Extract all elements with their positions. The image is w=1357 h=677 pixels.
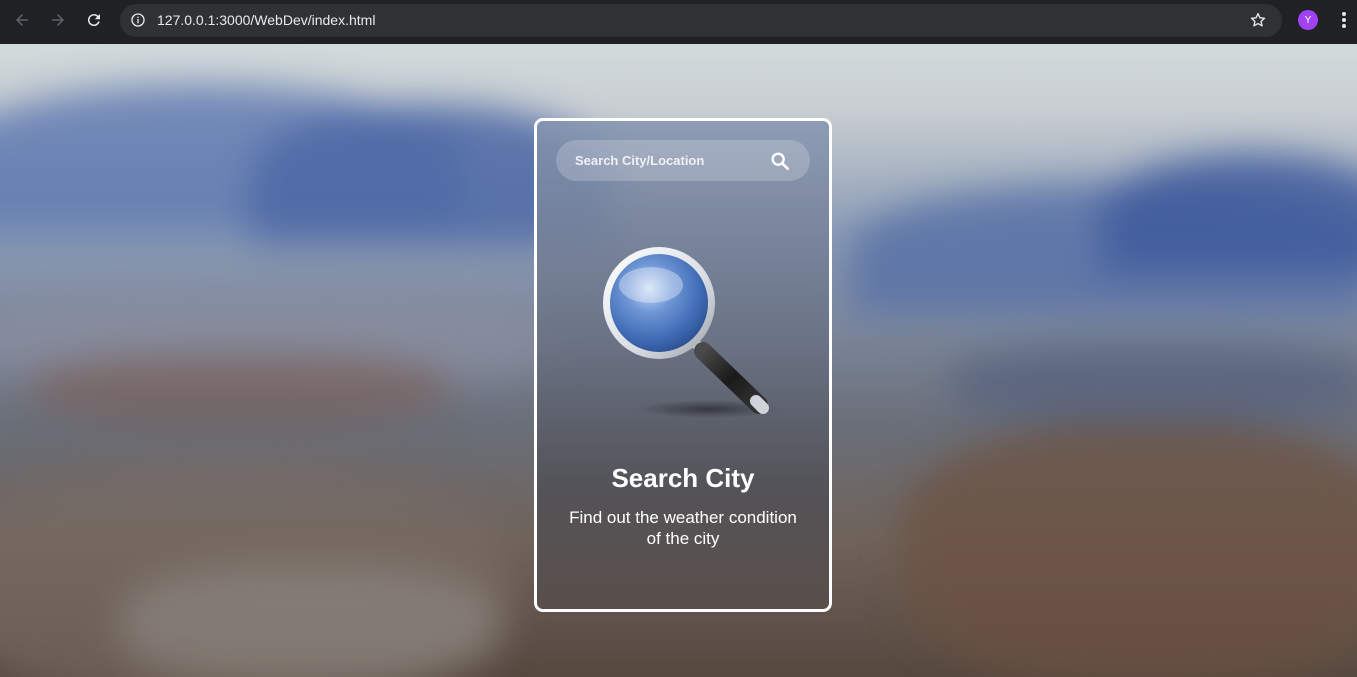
profile-initial: Y — [1304, 14, 1312, 26]
card-title: Search City — [611, 463, 755, 493]
search-button[interactable] — [768, 149, 792, 173]
browser-toolbar: 127.0.0.1:3000/WebDev/index.html Y — [0, 0, 1357, 44]
search-input[interactable] — [556, 140, 766, 181]
site-info-button[interactable] — [126, 8, 150, 32]
reload-icon — [87, 14, 100, 27]
profile-avatar[interactable]: Y — [1298, 10, 1318, 30]
arrow-right-icon — [52, 14, 64, 26]
back-button[interactable] — [8, 6, 36, 34]
arrow-left-icon — [16, 14, 28, 26]
search-bar — [556, 140, 810, 181]
browser-menu-button[interactable] — [1332, 6, 1356, 34]
kebab-menu-icon — [1342, 12, 1346, 28]
magnifying-glass-icon — [603, 247, 777, 418]
page-viewport: Search City Find out the weather conditi… — [0, 44, 1357, 677]
forward-button[interactable] — [44, 6, 72, 34]
url-text[interactable]: 127.0.0.1:3000/WebDev/index.html — [157, 12, 375, 28]
bookmark-button[interactable] — [1244, 6, 1272, 34]
info-icon — [131, 13, 145, 27]
search-icon — [771, 152, 790, 171]
address-bar[interactable]: 127.0.0.1:3000/WebDev/index.html — [120, 4, 1282, 37]
reload-button[interactable] — [80, 6, 108, 34]
card-subtitle: Find out the weather condition of the ci… — [569, 508, 797, 548]
star-icon — [1250, 12, 1266, 27]
weather-card: Search City Find out the weather conditi… — [534, 118, 832, 612]
